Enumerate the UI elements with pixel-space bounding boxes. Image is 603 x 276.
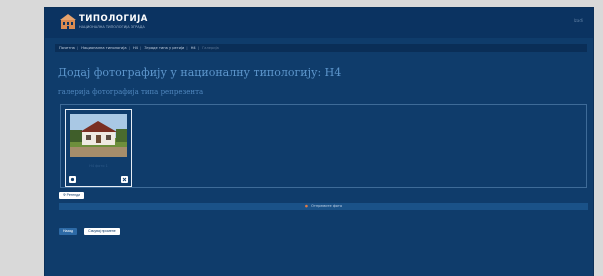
logout-link[interactable]: Izađi <box>574 18 583 23</box>
upload-icon: ● <box>304 204 308 208</box>
upload-label: Отпремите фото <box>311 204 343 208</box>
photo-card[interactable]: Н4 фото 1 <box>65 109 132 187</box>
breadcrumb-item[interactable]: Зграде типа у регији <box>144 46 184 50</box>
set-primary-icon[interactable] <box>69 176 76 183</box>
breadcrumb-separator: | <box>197 46 199 50</box>
form-actions: Назад Сачувај промене <box>59 217 122 236</box>
breadcrumb-item[interactable]: Почетна <box>59 46 75 50</box>
breadcrumb-current: Галерија <box>202 46 219 50</box>
upload-photo-button[interactable]: ● Отпремите фото <box>59 203 588 210</box>
breadcrumb-item[interactable]: Н4 <box>133 46 138 50</box>
delete-photo-icon[interactable] <box>121 176 128 183</box>
house-photo-thumbnail[interactable] <box>70 114 127 157</box>
breadcrumb-separator: | <box>128 46 130 50</box>
photo-caption: Н4 фото 1 <box>89 164 108 168</box>
app-logo[interactable]: ТИПОЛОГИЈА НАЦИОНАЛНА ТИПОЛОГИЈА ЗГРАДА <box>60 14 150 34</box>
app-tagline: НАЦИОНАЛНА ТИПОЛОГИЈА ЗГРАДА <box>79 25 145 29</box>
back-button[interactable]: Назад <box>59 228 78 235</box>
app-window: ТИПОЛОГИЈА НАЦИОНАЛНА ТИПОЛОГИЈА ЗГРАДА … <box>45 8 593 276</box>
save-button[interactable]: Сачувај промене <box>84 228 120 235</box>
page-title: Додај фотографију у националну типологиј… <box>58 66 342 79</box>
app-name: ТИПОЛОГИЈА <box>79 14 148 24</box>
breadcrumb-item[interactable]: Н4 <box>191 46 196 50</box>
breadcrumb: Почетна | Национална типологија | Н4 | Згра… <box>55 44 587 52</box>
header-bar: ТИПОЛОГИЈА НАЦИОНАЛНА ТИПОЛОГИЈА ЗГРАДА … <box>45 8 593 38</box>
page-subtitle: галерија фотографија типа репрезента <box>58 88 204 96</box>
breadcrumb-item[interactable]: Национална типологија <box>81 46 126 50</box>
breadcrumb-separator: | <box>76 46 79 50</box>
building-logo-icon <box>60 14 76 29</box>
breadcrumb-separator: | <box>139 46 142 50</box>
reorder-button[interactable]: Ф Ретенди <box>59 192 85 199</box>
photo-gallery: Н4 фото 1 <box>60 104 587 188</box>
breadcrumb-separator: | <box>186 46 188 50</box>
